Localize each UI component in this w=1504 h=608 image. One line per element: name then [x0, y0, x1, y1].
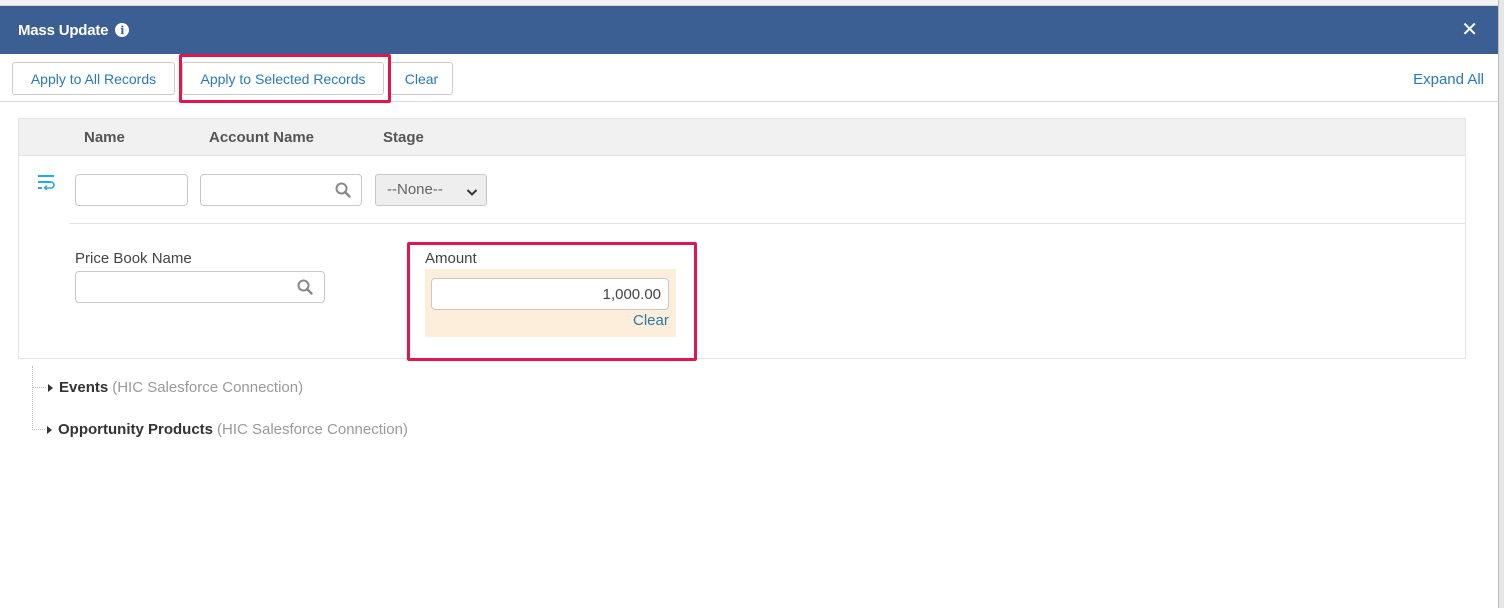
tree-item-connection: (HIC Salesforce Connection)	[217, 421, 408, 438]
stage-select[interactable]: --None--	[375, 174, 487, 206]
stage-selected-value: --None--	[387, 181, 443, 198]
amount-input[interactable]	[431, 278, 669, 310]
column-header-account-name: Account Name	[209, 129, 315, 146]
modal-title: Mass Update	[18, 21, 109, 39]
amount-label: Amount	[425, 250, 477, 267]
expand-all-link[interactable]: Expand All	[1413, 71, 1484, 88]
search-icon[interactable]	[297, 279, 313, 300]
background-scrollbar[interactable]	[1498, 0, 1504, 608]
name-input[interactable]	[75, 174, 188, 206]
mass-update-modal: Mass Update i ✕ Apply to All Records App…	[0, 6, 1498, 608]
caret-right-icon[interactable]	[48, 383, 53, 392]
tree-item-connection: (HIC Salesforce Connection)	[112, 379, 304, 396]
column-header-row: Name Account Name Stage	[19, 119, 1465, 156]
opportunity-edit-panel: Name Account Name Stage --None-- Price B…	[18, 118, 1466, 361]
toolbar: Apply to All Records Apply to Selected R…	[0, 54, 1498, 103]
apply-to-selected-records-button[interactable]: Apply to Selected Records	[182, 62, 384, 95]
tree-item-label: Events	[59, 379, 109, 396]
close-icon[interactable]: ✕	[1461, 20, 1478, 40]
tree-item-label: Opportunity Products	[58, 421, 213, 438]
info-icon[interactable]: i	[115, 23, 130, 37]
chevron-down-icon	[466, 184, 478, 201]
search-icon[interactable]	[335, 182, 351, 203]
amount-clear-link[interactable]: Clear	[633, 312, 669, 329]
tree-item-events[interactable]: Events (HIC Salesforce Connection)	[33, 379, 303, 396]
column-header-stage: Stage	[383, 129, 424, 146]
tree-item-opportunity-products[interactable]: Opportunity Products (HIC Salesforce Con…	[32, 421, 408, 438]
modal-header: Mass Update i ✕	[0, 6, 1498, 54]
divider	[69, 223, 1465, 224]
caret-right-icon[interactable]	[47, 425, 52, 434]
clear-button[interactable]: Clear	[390, 62, 453, 95]
price-book-name-label: Price Book Name	[75, 250, 192, 267]
tree-connector	[32, 366, 33, 428]
text-wrap-icon[interactable]	[37, 174, 55, 195]
column-header-name: Name	[84, 129, 125, 146]
apply-to-all-records-button[interactable]: Apply to All Records	[12, 62, 175, 95]
price-book-name-input[interactable]	[75, 271, 325, 303]
